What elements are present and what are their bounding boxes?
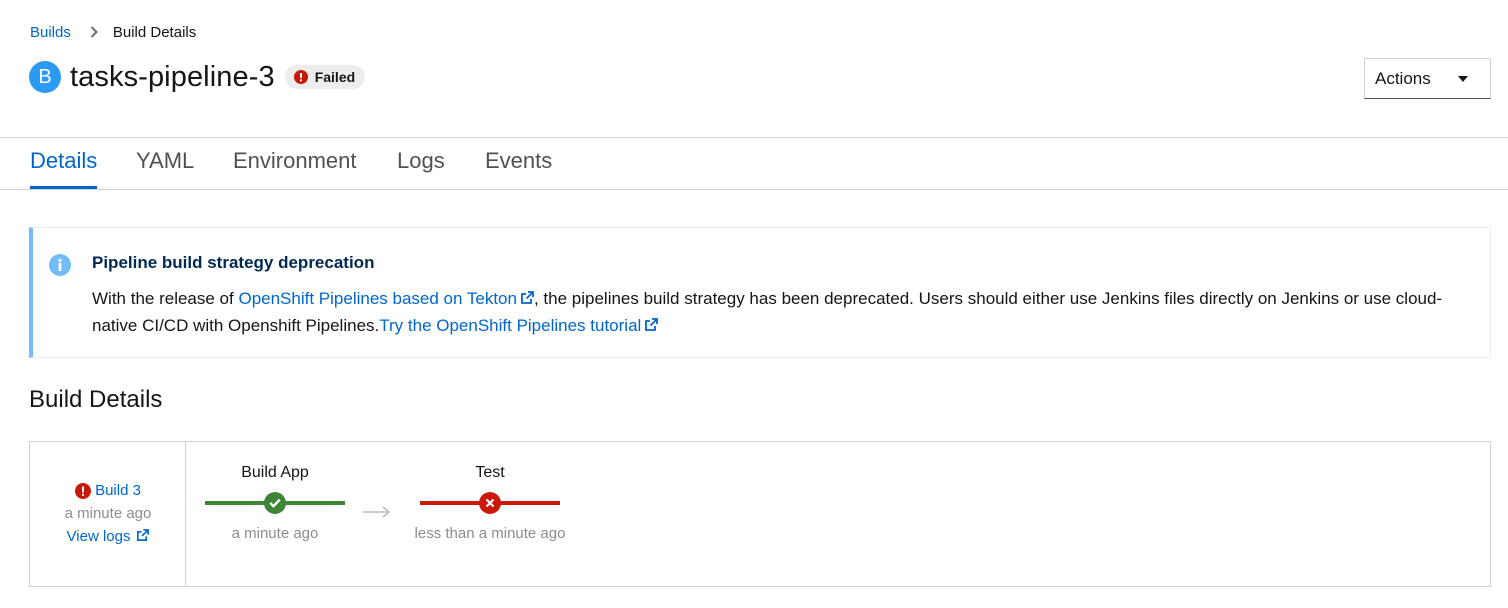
alert-title: Pipeline build strategy deprecation — [92, 253, 375, 272]
tutorial-link-label: Try the OpenShift Pipelines tutorial — [379, 316, 642, 335]
alert-body: With the release of OpenShift Pipelines … — [92, 285, 1472, 339]
page-title: tasks-pipeline-3 — [70, 60, 275, 93]
build-link-row: Build 3 — [30, 482, 186, 499]
info-circle-icon — [49, 254, 71, 276]
external-link-icon — [135, 529, 149, 543]
pipelines-tutorial-link[interactable]: Try the OpenShift Pipelines tutorial — [379, 313, 659, 335]
tekton-link-label: OpenShift Pipelines based on Tekton — [238, 289, 517, 308]
page-header: B tasks-pipeline-3 Failed — [29, 60, 366, 94]
tab-bar: Details YAML Environment Logs Events — [0, 137, 1508, 190]
breadcrumb-current: Build Details — [112, 23, 197, 41]
stage-timestamp: less than a minute ago — [414, 525, 566, 542]
deprecation-alert: Pipeline build strategy deprecation With… — [29, 227, 1491, 358]
external-link-icon — [520, 286, 534, 304]
external-link-icon — [644, 313, 659, 331]
stage-name: Test — [475, 464, 505, 481]
section-title: Build Details — [29, 386, 163, 413]
actions-dropdown[interactable]: Actions — [1364, 58, 1491, 99]
tab-details[interactable]: Details — [30, 148, 98, 189]
check-circle-icon — [264, 492, 286, 514]
build-summary: Build 3 a minute ago View logs — [30, 442, 186, 586]
build-timestamp: a minute ago — [64, 505, 152, 522]
resource-badge: B — [29, 61, 61, 93]
status-label: Failed — [314, 69, 356, 85]
tab-events[interactable]: Events — [485, 148, 552, 188]
stage-name: Build App — [241, 464, 309, 481]
actions-label: Actions — [1375, 68, 1431, 88]
tab-yaml[interactable]: YAML — [136, 148, 194, 188]
error-circle-icon — [75, 482, 92, 499]
view-logs-label: View logs — [66, 528, 131, 545]
breadcrumb-link-builds[interactable]: Builds — [30, 24, 71, 41]
build-link[interactable]: Build 3 — [95, 482, 141, 499]
view-logs-row: View logs — [30, 528, 186, 545]
view-logs-link[interactable]: View logs — [67, 528, 150, 545]
error-circle-icon — [293, 70, 308, 84]
arrow-right-icon — [361, 504, 393, 520]
chevron-right-icon — [87, 25, 101, 39]
tab-logs[interactable]: Logs — [397, 148, 445, 188]
tab-environment[interactable]: Environment — [233, 148, 357, 188]
tekton-link[interactable]: OpenShift Pipelines based on Tekton — [238, 289, 534, 308]
status-badge: Failed — [284, 65, 366, 89]
times-circle-icon — [479, 492, 501, 514]
stage-timestamp: a minute ago — [231, 525, 319, 542]
breadcrumb: Builds Build Details — [30, 22, 196, 42]
build-pipeline-card: Build 3 a minute ago View logs Build App… — [29, 441, 1491, 587]
alert-text: With the release of — [92, 289, 239, 308]
caret-down-icon — [1458, 75, 1468, 82]
